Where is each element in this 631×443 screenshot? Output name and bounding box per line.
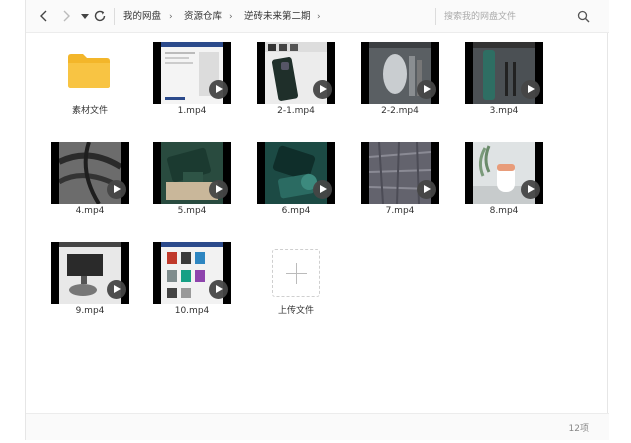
video-thumbnail — [51, 242, 129, 304]
video-thumbnail — [257, 42, 335, 104]
video-file-item[interactable]: 1.mp4 — [146, 35, 236, 120]
video-thumbnail — [153, 42, 231, 104]
folder-icon — [68, 54, 110, 88]
caret-down-icon — [81, 14, 89, 19]
toolbar: 我的网盘 › 资源仓库 › 逆砖未来第二期 › — [26, 0, 609, 33]
play-icon — [417, 80, 436, 99]
play-icon — [313, 80, 332, 99]
play-icon — [209, 80, 228, 99]
file-browser-window: 我的网盘 › 资源仓库 › 逆砖未来第二期 › 素材文件 — [25, 0, 609, 440]
file-name: 6.mp4 — [281, 206, 311, 216]
video-file-item[interactable]: 9.mp4 — [44, 235, 134, 320]
refresh-icon — [94, 10, 106, 22]
status-bar: 12项 — [26, 413, 609, 440]
video-file-item[interactable]: 2-1.mp4 — [250, 35, 340, 120]
file-name: 1.mp4 — [177, 106, 207, 116]
play-icon — [107, 180, 126, 199]
file-name: 7.mp4 — [385, 206, 415, 216]
chevron-left-icon — [40, 10, 47, 22]
folder-item[interactable]: 素材文件 — [44, 35, 134, 120]
file-name: 10.mp4 — [174, 306, 210, 316]
item-count: 12项 — [568, 424, 589, 434]
video-thumbnail — [51, 142, 129, 204]
history-dropdown[interactable] — [77, 8, 93, 24]
video-file-item[interactable]: 7.mp4 — [354, 135, 444, 220]
play-icon — [521, 180, 540, 199]
video-file-item[interactable]: 3.mp4 — [458, 35, 548, 120]
file-name: 素材文件 — [71, 106, 108, 116]
plus-icon[interactable] — [272, 249, 320, 297]
play-icon — [313, 180, 332, 199]
video-file-item[interactable]: 5.mp4 — [146, 135, 236, 220]
search-divider — [435, 8, 436, 25]
file-name: 3.mp4 — [489, 106, 519, 116]
video-file-item[interactable]: 6.mp4 — [250, 135, 340, 220]
chevron-right-icon: › — [169, 12, 173, 22]
forward-button[interactable] — [58, 8, 74, 24]
video-file-item[interactable]: 10.mp4 — [146, 235, 236, 320]
file-name: 8.mp4 — [489, 206, 519, 216]
breadcrumb-item-resource[interactable]: 资源仓库 — [184, 9, 222, 25]
video-thumbnail — [361, 42, 439, 104]
play-icon — [209, 180, 228, 199]
play-icon — [107, 280, 126, 299]
file-name: 4.mp4 — [75, 206, 105, 216]
play-icon — [521, 80, 540, 99]
chevron-right-icon — [63, 10, 70, 22]
upload-item[interactable]: 上传文件 — [250, 235, 340, 320]
video-thumbnail — [465, 142, 543, 204]
video-thumbnail — [153, 142, 231, 204]
file-name: 2-1.mp4 — [277, 106, 315, 116]
breadcrumb-item-my-drive[interactable]: 我的网盘 — [123, 9, 161, 25]
play-icon — [209, 280, 228, 299]
video-file-item[interactable]: 2-2.mp4 — [354, 35, 444, 120]
refresh-button[interactable] — [92, 8, 108, 24]
video-thumbnail — [257, 142, 335, 204]
file-name: 上传文件 — [277, 306, 314, 316]
video-file-item[interactable]: 4.mp4 — [44, 135, 134, 220]
file-name: 9.mp4 — [75, 306, 105, 316]
breadcrumb-item-current[interactable]: 逆砖未来第二期 — [244, 9, 311, 25]
file-name: 2-2.mp4 — [381, 106, 419, 116]
video-file-item[interactable]: 8.mp4 — [458, 135, 548, 220]
file-name: 5.mp4 — [177, 206, 207, 216]
play-icon — [417, 180, 436, 199]
chevron-right-icon: › — [229, 12, 233, 22]
search-icon[interactable] — [577, 10, 590, 23]
video-thumbnail — [361, 142, 439, 204]
video-thumbnail — [465, 42, 543, 104]
toolbar-divider — [114, 8, 115, 25]
chevron-right-icon: › — [317, 12, 321, 22]
back-button[interactable] — [36, 8, 52, 24]
search-input[interactable] — [444, 8, 570, 25]
video-thumbnail — [153, 242, 231, 304]
